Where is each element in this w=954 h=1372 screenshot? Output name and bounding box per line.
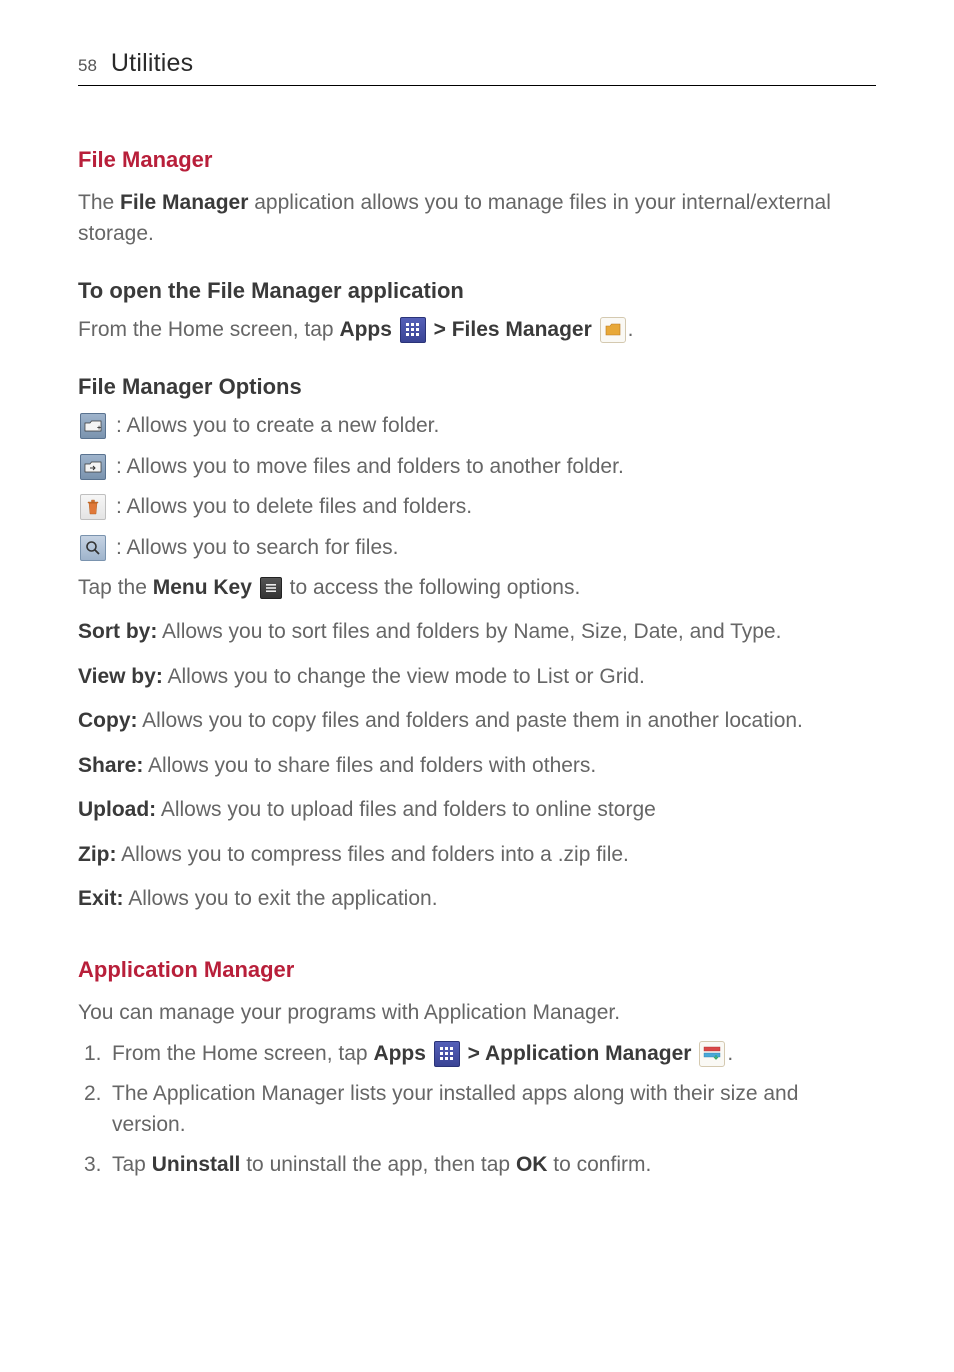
text: Allows you to copy files and folders and… xyxy=(138,709,803,732)
text: Tap the xyxy=(78,576,153,599)
step-number: 3. xyxy=(84,1150,106,1180)
step-3: 3. Tap Uninstall to uninstall the app, t… xyxy=(84,1150,876,1180)
text: The xyxy=(78,191,120,214)
text: Allows you to share files and folders wi… xyxy=(143,754,596,777)
apps-grid-icon xyxy=(400,317,426,343)
application-manager-intro: You can manage your programs with Applic… xyxy=(78,998,876,1028)
label: Sort by: xyxy=(78,620,157,643)
page-header: 58 Utilities xyxy=(78,45,876,86)
uninstall-label: Uninstall xyxy=(152,1153,241,1176)
label: Upload: xyxy=(78,798,156,821)
application-manager-label: Application Manager xyxy=(485,1042,692,1065)
text: From the Home screen, tap xyxy=(78,318,339,341)
option-text: : Allows you to move files and folders t… xyxy=(116,452,624,482)
label: Share: xyxy=(78,754,143,777)
file-manager-options-heading: File Manager Options xyxy=(78,371,876,403)
option-new-folder: + : Allows you to create a new folder. xyxy=(78,411,876,441)
application-manager-heading: Application Manager xyxy=(78,954,876,986)
open-file-manager-text: From the Home screen, tap Apps > Files M… xyxy=(78,315,876,345)
text: to uninstall the app, then tap xyxy=(240,1153,516,1176)
step-text: The Application Manager lists your insta… xyxy=(112,1079,876,1140)
text: Allows you to sort files and folders by … xyxy=(157,620,781,643)
separator: > xyxy=(434,318,452,341)
text: Allows you to change the view mode to Li… xyxy=(163,665,645,688)
text: Allows you to compress files and folders… xyxy=(116,843,628,866)
label: Copy: xyxy=(78,709,138,732)
menu-key-icon xyxy=(260,577,282,599)
text: . xyxy=(628,318,634,341)
step-number: 1. xyxy=(84,1039,106,1069)
text: Tap xyxy=(112,1153,152,1176)
label: Exit: xyxy=(78,887,124,910)
copy-option: Copy: Allows you to copy files and folde… xyxy=(78,706,876,736)
option-text: : Allows you to search for files. xyxy=(116,533,398,563)
sort-by-option: Sort by: Allows you to sort files and fo… xyxy=(78,617,876,647)
file-manager-bold: File Manager xyxy=(120,191,248,214)
step-2: 2. The Application Manager lists your in… xyxy=(84,1079,876,1140)
upload-option: Upload: Allows you to upload files and f… xyxy=(78,795,876,825)
text: From the Home screen, tap xyxy=(112,1042,373,1065)
share-option: Share: Allows you to share files and fol… xyxy=(78,751,876,781)
separator: > xyxy=(468,1042,485,1065)
option-delete: : Allows you to delete files and folders… xyxy=(78,492,876,522)
apps-label: Apps xyxy=(339,318,392,341)
zip-option: Zip: Allows you to compress files and fo… xyxy=(78,840,876,870)
option-text: : Allows you to create a new folder. xyxy=(116,411,439,441)
menu-key-line: Tap the Menu Key to access the following… xyxy=(78,573,876,603)
text: . xyxy=(727,1042,733,1065)
open-file-manager-heading: To open the File Manager application xyxy=(78,275,876,307)
move-folder-icon xyxy=(80,454,106,480)
steps-list: 1. From the Home screen, tap Apps > Appl… xyxy=(78,1039,876,1181)
application-manager-icon xyxy=(699,1041,725,1067)
file-manager-heading: File Manager xyxy=(78,144,876,176)
files-manager-icon xyxy=(600,317,626,343)
text: to confirm. xyxy=(547,1153,651,1176)
menu-key-label: Menu Key xyxy=(153,576,252,599)
page-title: Utilities xyxy=(111,45,193,81)
page-number: 58 xyxy=(78,54,97,79)
trash-icon xyxy=(80,494,106,520)
option-text: : Allows you to delete files and folders… xyxy=(116,492,472,522)
ok-label: OK xyxy=(516,1153,548,1176)
option-move: : Allows you to move files and folders t… xyxy=(78,452,876,482)
label: Zip: xyxy=(78,843,116,866)
file-manager-intro: The File Manager application allows you … xyxy=(78,188,876,249)
apps-grid-icon xyxy=(434,1041,460,1067)
option-search: : Allows you to search for files. xyxy=(78,533,876,563)
files-manager-label: Files Manager xyxy=(452,318,592,341)
apps-label: Apps xyxy=(373,1042,426,1065)
step-1: 1. From the Home screen, tap Apps > Appl… xyxy=(84,1039,876,1069)
step-number: 2. xyxy=(84,1079,106,1140)
label: View by: xyxy=(78,665,163,688)
search-icon xyxy=(80,535,106,561)
svg-text:+: + xyxy=(97,425,101,432)
view-by-option: View by: Allows you to change the view m… xyxy=(78,662,876,692)
text: Allows you to exit the application. xyxy=(124,887,438,910)
text: to access the following options. xyxy=(290,576,581,599)
new-folder-icon: + xyxy=(80,413,106,439)
text: Allows you to upload files and folders t… xyxy=(156,798,656,821)
exit-option: Exit: Allows you to exit the application… xyxy=(78,884,876,914)
